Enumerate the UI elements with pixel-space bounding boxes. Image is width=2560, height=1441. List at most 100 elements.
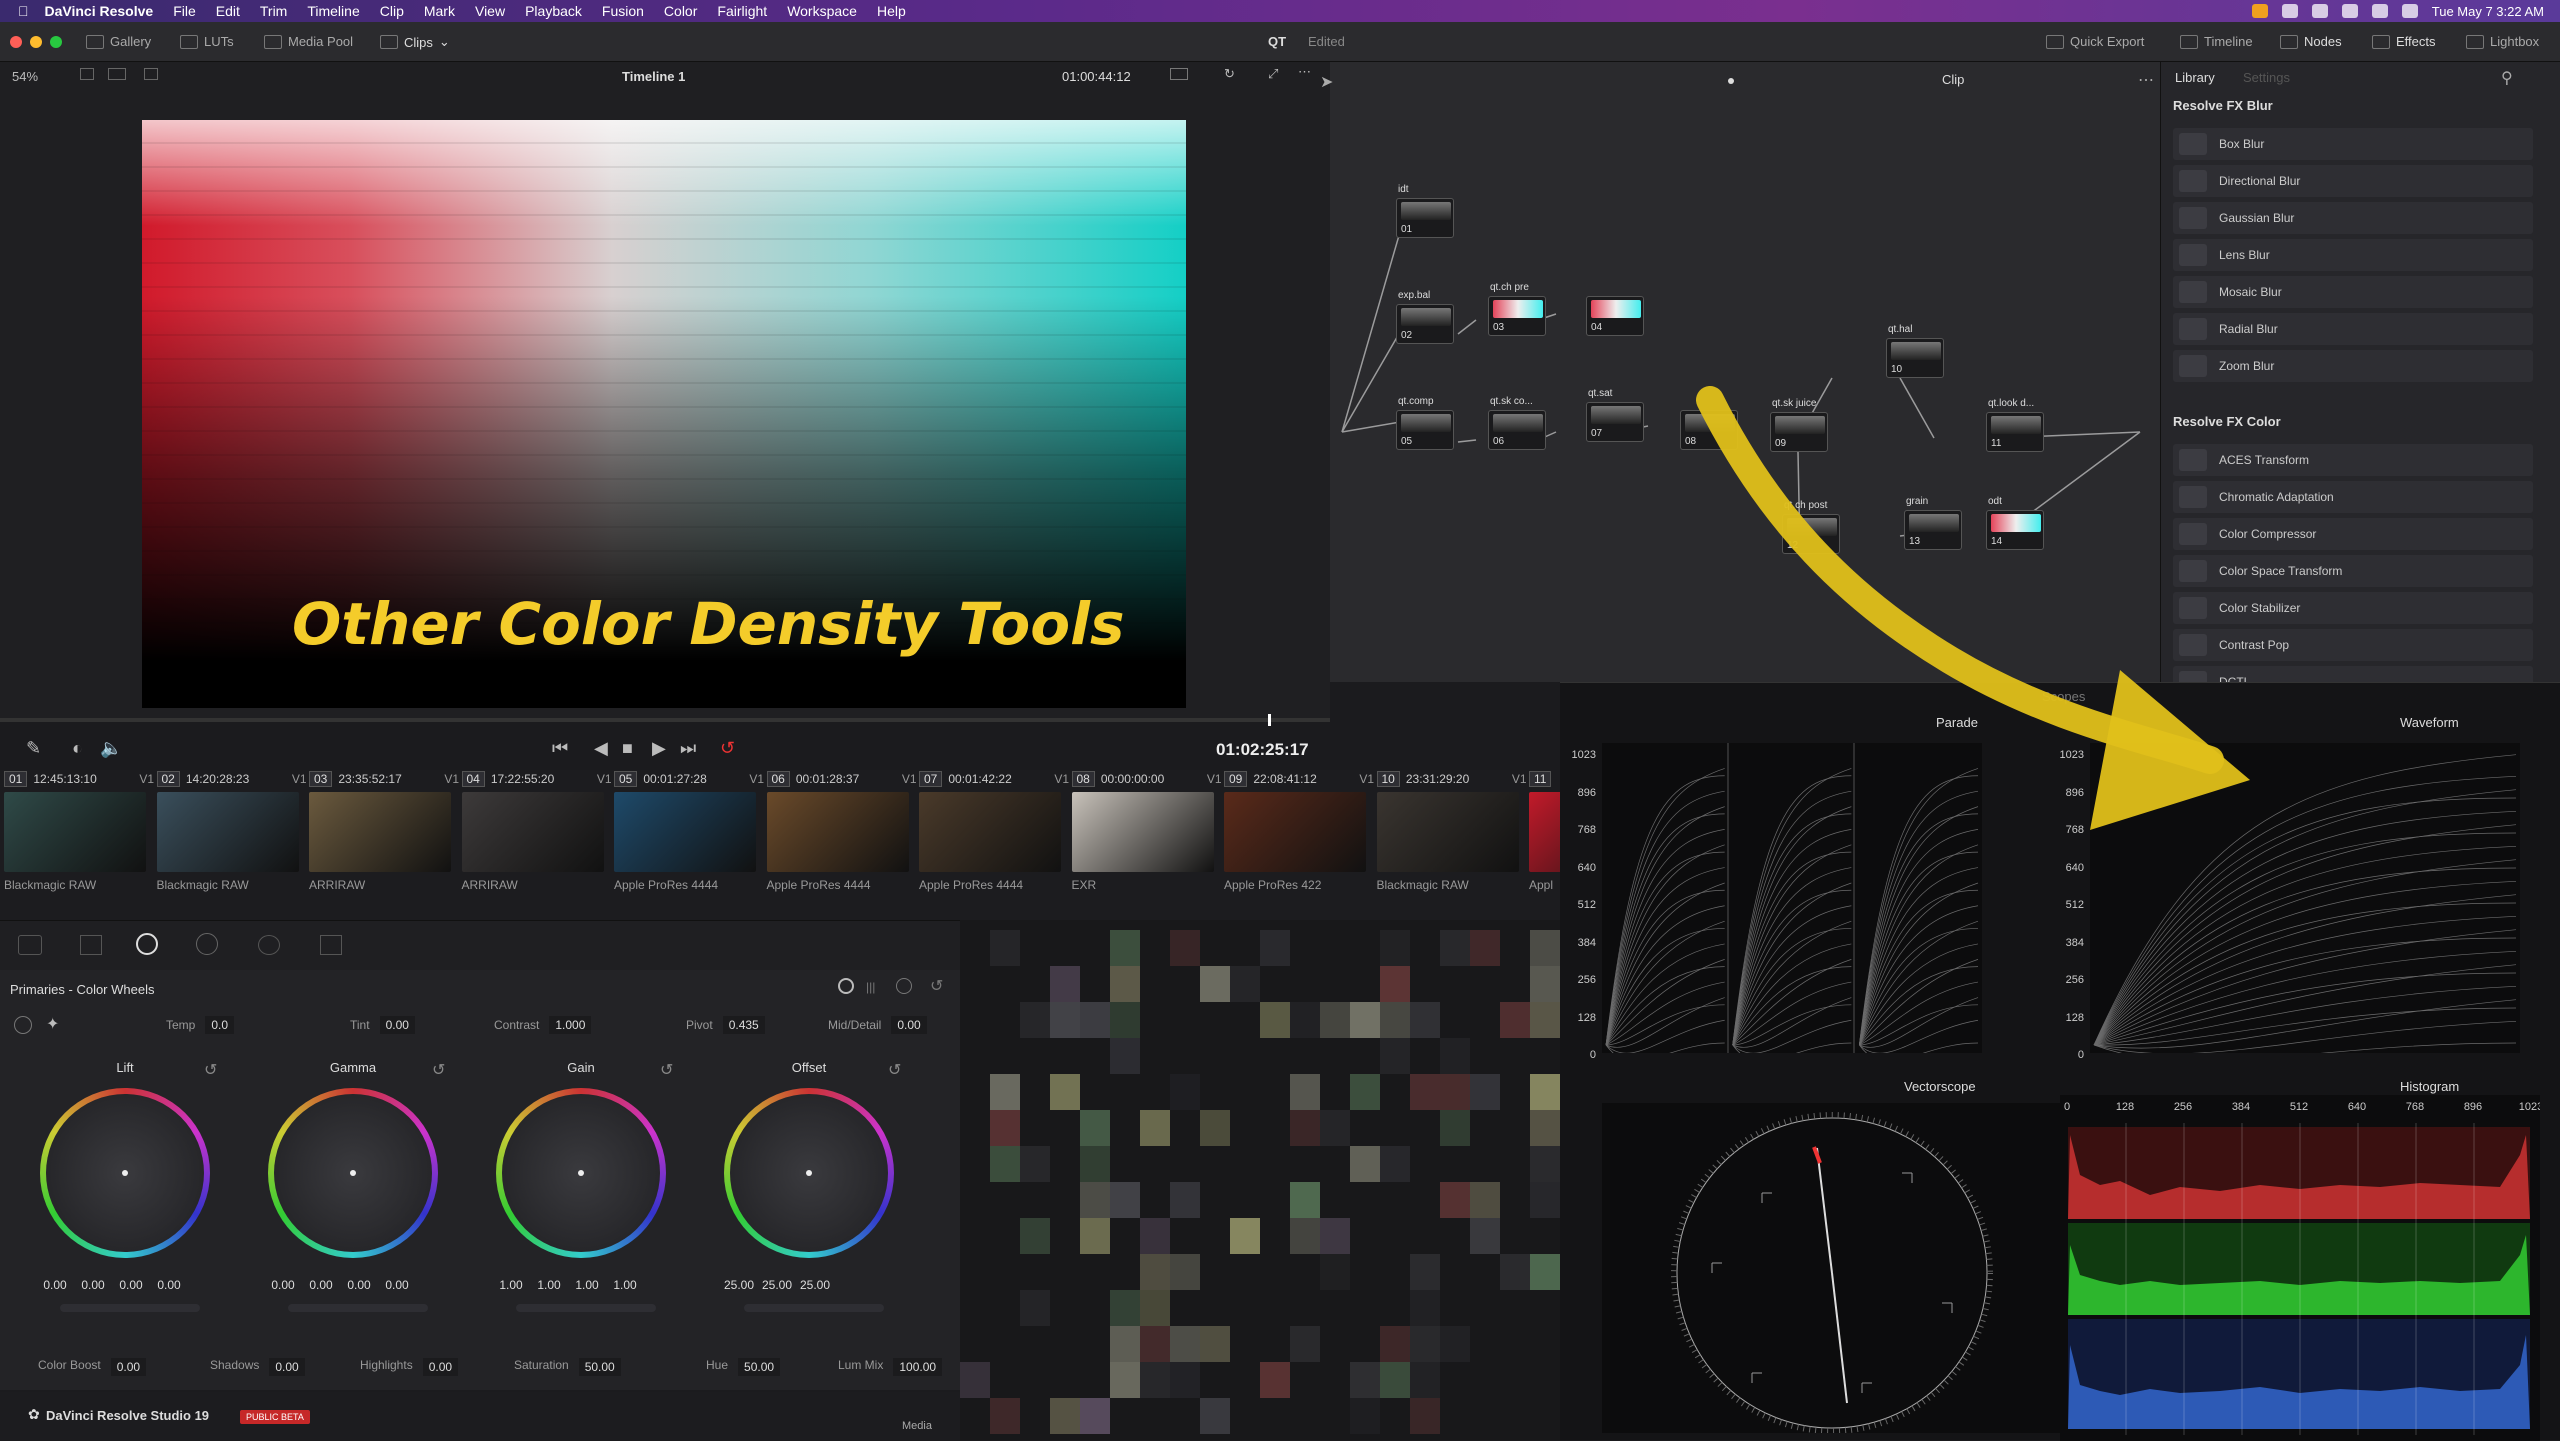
play-button[interactable]: ▶ <box>652 738 666 759</box>
reset-icon[interactable]: ↺ <box>432 1060 445 1080</box>
color-wheel-ring[interactable] <box>496 1088 666 1258</box>
pivot-value[interactable]: 0.435 <box>722 1016 765 1034</box>
pivot-control[interactable]: Pivot 0.435 <box>686 1016 765 1034</box>
clip-mode-select[interactable]: Clip <box>1942 72 1964 87</box>
primaries-mode-icon[interactable] <box>838 978 854 994</box>
wheel-gain[interactable]: Gain ↺ 1.00 1.00 1.00 1.00 <box>456 1060 686 1312</box>
luts-button[interactable]: LUTs <box>180 34 234 49</box>
node-06[interactable]: 06 <box>1488 410 1546 450</box>
hdr-icon[interactable] <box>196 933 218 955</box>
menu-item-mark[interactable]: Mark <box>424 3 455 19</box>
wheel-value[interactable]: 0.00 <box>78 1278 108 1292</box>
zoom-select[interactable]: 54% <box>12 69 38 84</box>
saturation-control[interactable]: Saturation 50.00 <box>514 1358 621 1376</box>
effect-item[interactable]: Mosaic Blur <box>2173 276 2533 308</box>
go-to-start-button[interactable]: ⏮ <box>552 738 568 759</box>
middetail-value[interactable]: 0.00 <box>891 1016 927 1034</box>
contrast-control[interactable]: Contrast 1.000 <box>494 1016 592 1034</box>
shadows-value[interactable]: 0.00 <box>269 1358 305 1376</box>
more-icon[interactable]: ⋯ <box>1298 64 1311 80</box>
split-icon[interactable] <box>108 68 126 80</box>
node-13[interactable]: 13 <box>1904 510 1962 550</box>
blur-section-header[interactable]: Resolve FX Blur <box>2173 98 2273 113</box>
auto-balance-icon[interactable] <box>14 1016 32 1034</box>
display-icon[interactable] <box>1170 68 1188 80</box>
fullscreen-icon[interactable]: ⤢ <box>1268 66 1278 82</box>
clip-thumbnail[interactable]: 02 14:20:28:23 V1 Blackmagic RAW <box>156 770 307 910</box>
node-10[interactable]: 10 <box>1886 338 1944 378</box>
stop-button[interactable]: ■ <box>622 738 633 759</box>
effect-item[interactable]: Directional Blur <box>2173 165 2533 197</box>
wheel-value[interactable]: 25.00 <box>762 1278 792 1292</box>
color-wheel-puck[interactable] <box>730 1094 888 1252</box>
clock[interactable]: Tue May 7 3:22 AM <box>2432 4 2544 19</box>
color-boost-control[interactable]: Color Boost 0.00 <box>38 1358 147 1376</box>
node-11[interactable]: 11 <box>1986 412 2044 452</box>
wheel-value[interactable]: 0.00 <box>344 1278 374 1292</box>
clip-thumbnail[interactable]: 10 23:31:29:20 V1 Blackmagic RAW <box>1376 770 1527 910</box>
temp-value[interactable]: 0.0 <box>205 1016 235 1034</box>
playhead[interactable] <box>1268 714 1271 726</box>
node-03[interactable]: 03 <box>1488 296 1546 336</box>
wheel-value[interactable]: 1.00 <box>610 1278 640 1292</box>
menu-item-playback[interactable]: Playback <box>525 3 582 19</box>
reset-icon[interactable]: ↺ <box>660 1060 673 1080</box>
reverse-button[interactable]: ◀ <box>594 738 608 759</box>
node-more-icon[interactable]: ⋯ <box>2138 70 2154 90</box>
effect-item[interactable]: Contrast Pop <box>2173 629 2533 661</box>
wheel-value[interactable]: 1.00 <box>534 1278 564 1292</box>
shadows-control[interactable]: Shadows 0.00 <box>210 1358 305 1376</box>
go-to-end-button[interactable]: ⏭ <box>680 738 696 759</box>
effect-item[interactable]: Color Space Transform <box>2173 555 2533 587</box>
reset-icon[interactable]: ↺ <box>888 1060 901 1080</box>
viewer-mode-icon[interactable] <box>80 68 94 80</box>
effect-item[interactable]: Lens Blur <box>2173 239 2533 271</box>
tray-icon[interactable] <box>2251 4 2268 18</box>
vectorscope-select[interactable]: Vectorscope <box>1904 1079 1976 1094</box>
node-08[interactable]: 08 <box>1680 410 1738 450</box>
wifi-icon[interactable] <box>2371 4 2388 18</box>
lum-mix-value[interactable]: 100.00 <box>893 1358 943 1376</box>
menu-item-timeline[interactable]: Timeline <box>307 3 359 19</box>
motion-effects-icon[interactable] <box>320 935 342 955</box>
camera-raw-icon[interactable] <box>18 935 42 955</box>
effect-item[interactable]: Box Blur <box>2173 128 2533 160</box>
media-page-button[interactable]: Media <box>902 1420 932 1432</box>
clip-thumbnail[interactable]: 09 22:08:41:12 V1 Apple ProRes 422 <box>1224 770 1374 910</box>
lightbox-button[interactable]: Lightbox <box>2466 34 2539 49</box>
apple-icon[interactable]:  <box>18 3 29 19</box>
wheel-value[interactable]: 25.00 <box>724 1278 754 1292</box>
highlight-icon[interactable]: ◐ <box>72 738 83 759</box>
effect-item[interactable]: Gaussian Blur <box>2173 202 2533 234</box>
clip-thumbnail[interactable]: 01 12:45:13:10 V1 Blackmagic RAW <box>4 770 154 910</box>
wheel-lift[interactable]: Lift ↺ 0.00 0.00 0.00 0.00 <box>0 1060 230 1312</box>
wheel-gamma[interactable]: Gamma ↺ 0.00 0.00 0.00 0.00 <box>228 1060 458 1312</box>
color-wheel-ring[interactable] <box>40 1088 210 1258</box>
temp-control[interactable]: Temp 0.0 <box>166 1016 235 1034</box>
picker-icon[interactable]: ✦ <box>46 1014 59 1034</box>
close-window-button[interactable] <box>10 36 22 48</box>
quick-export-button[interactable]: Quick Export <box>2046 34 2144 49</box>
wheel-value[interactable]: 1.00 <box>496 1278 526 1292</box>
color-wheel-ring[interactable] <box>724 1088 894 1258</box>
hue-control[interactable]: Hue 50.00 <box>706 1358 781 1376</box>
wheel-value[interactable]: 25.00 <box>800 1278 830 1292</box>
clip-thumbnail[interactable]: 05 00:01:27:28 V1 Apple ProRes 4444 <box>614 770 764 910</box>
wheel-value[interactable]: 0.00 <box>154 1278 184 1292</box>
menu-item-help[interactable]: Help <box>877 3 906 19</box>
timeline-panel-button[interactable]: Timeline <box>2180 34 2253 49</box>
wheel-value[interactable]: 0.00 <box>268 1278 298 1292</box>
wheel-master-slider[interactable] <box>60 1304 200 1312</box>
tab-library[interactable]: Library <box>2175 70 2215 85</box>
zoom-window-button[interactable] <box>50 36 62 48</box>
waveform-select[interactable]: Waveform <box>2400 715 2459 730</box>
color-wheel-ring[interactable] <box>268 1088 438 1258</box>
wheel-value[interactable]: 0.00 <box>116 1278 146 1292</box>
tint-control[interactable]: Tint 0.00 <box>350 1016 415 1034</box>
search-icon[interactable]: ⚲ <box>2501 68 2513 88</box>
loop-icon[interactable]: ↻ <box>1224 66 1235 82</box>
gallery-button[interactable]: Gallery <box>86 34 151 49</box>
clip-thumbnail[interactable]: 06 00:01:28:37 V1 Apple ProRes 4444 <box>766 770 917 910</box>
menu-item-fusion[interactable]: Fusion <box>602 3 644 19</box>
menu-item-fairlight[interactable]: Fairlight <box>717 3 767 19</box>
